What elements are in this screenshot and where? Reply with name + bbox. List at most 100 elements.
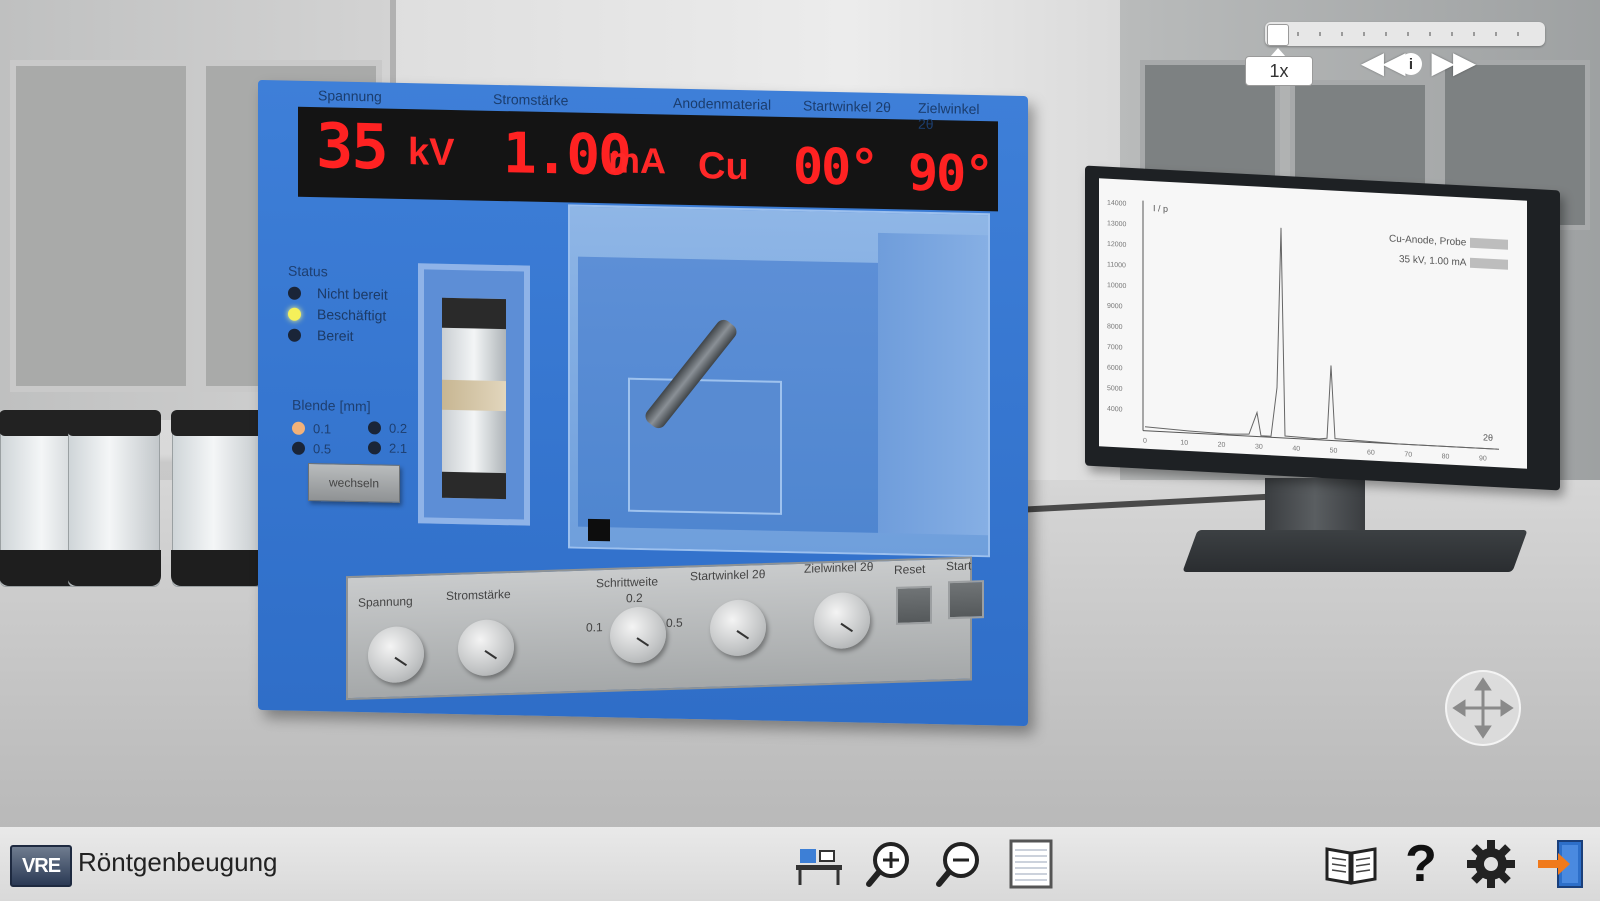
target-angle-value: 90° bbox=[908, 143, 993, 204]
x-tick-label: 50 bbox=[1330, 447, 1338, 454]
xray-diffractometer[interactable]: Spannung Stromstärke Anodenmaterial Star… bbox=[258, 79, 1028, 727]
reset-button[interactable] bbox=[896, 585, 932, 625]
y-tick-label: 7000 bbox=[1107, 344, 1123, 352]
vre-logo: VRE bbox=[10, 845, 72, 887]
x-axis-label: 2θ bbox=[1483, 432, 1493, 443]
zoom-out-icon bbox=[936, 842, 979, 887]
notepad-icon bbox=[1009, 839, 1053, 889]
sample-jars[interactable] bbox=[0, 405, 290, 605]
status-title: Status bbox=[288, 262, 328, 280]
blende-title: Blende [mm] bbox=[292, 396, 371, 415]
start-button[interactable] bbox=[948, 580, 984, 620]
xray-tube[interactable] bbox=[442, 297, 506, 500]
bottom-toolbar: VRE Röntgenbeugung ? bbox=[0, 826, 1600, 901]
slow-down-icon[interactable]: ◀◀ bbox=[1362, 46, 1405, 79]
book-icon bbox=[1325, 847, 1377, 885]
exit-button[interactable] bbox=[1532, 835, 1590, 893]
xray-tube-window bbox=[418, 263, 530, 526]
step-value-0-2: 0.2 bbox=[626, 590, 643, 606]
monitor: 14000 13000 12000 11000 10000 9000 8000 7000 600… bbox=[1085, 165, 1560, 491]
status-not-ready: Nicht bereit bbox=[288, 285, 388, 303]
radio-icon bbox=[292, 421, 305, 435]
step-value-0-5: 0.5 bbox=[666, 615, 683, 631]
experiment-setup-button[interactable] bbox=[790, 835, 848, 893]
speed-indicator: 1x bbox=[1245, 56, 1313, 86]
zoom-in-icon bbox=[866, 842, 909, 887]
status-led-icon bbox=[288, 328, 301, 342]
blende-option-0-2[interactable]: 0.2 bbox=[368, 420, 407, 436]
x-tick-label: 60 bbox=[1367, 449, 1375, 456]
radio-icon bbox=[292, 441, 305, 455]
display-label-voltage: Spannung bbox=[318, 87, 382, 105]
app-title: Röntgenbeugung bbox=[78, 847, 278, 877]
anode-material: Cu bbox=[698, 145, 749, 189]
move-arrows-icon bbox=[1452, 677, 1514, 739]
y-tick-label: 6000 bbox=[1107, 365, 1123, 373]
y-tick-label: 11000 bbox=[1107, 262, 1126, 270]
x-tick-label: 80 bbox=[1442, 453, 1450, 460]
y-tick-label: 12000 bbox=[1107, 241, 1127, 249]
diffractogram-screen: 14000 13000 12000 11000 10000 9000 8000 7000 600… bbox=[1099, 178, 1527, 469]
start-angle-value: 00° bbox=[793, 137, 878, 197]
start-angle-knob[interactable] bbox=[710, 598, 766, 657]
y-tick-label: 9000 bbox=[1107, 303, 1123, 311]
y-tick-label: 5000 bbox=[1107, 385, 1123, 393]
voltage-knob[interactable] bbox=[368, 625, 424, 684]
knob-label-target-angle: Zielwinkel 2θ bbox=[804, 559, 874, 576]
settings-button[interactable] bbox=[1462, 835, 1520, 893]
x-tick-label: 70 bbox=[1404, 451, 1412, 458]
control-panel: Spannung Stromstärke Schrittweite Startw… bbox=[346, 556, 984, 701]
status-busy: Beschäftigt bbox=[288, 306, 386, 324]
status-led-icon bbox=[288, 307, 301, 321]
help-icon: ? bbox=[1405, 835, 1437, 893]
change-aperture-button[interactable]: wechseln bbox=[308, 462, 400, 503]
3d-lab-scene[interactable]: 14000 13000 12000 11000 10000 9000 8000 7000 600… bbox=[0, 0, 1600, 826]
time-slider[interactable] bbox=[1265, 22, 1545, 46]
knob-label-voltage: Spannung bbox=[358, 594, 413, 610]
sample-chamber[interactable] bbox=[568, 204, 990, 558]
voltage-unit: kV bbox=[408, 131, 455, 175]
info-icon[interactable]: i bbox=[1400, 53, 1422, 75]
detector-marker bbox=[588, 518, 610, 542]
current-unit: mA bbox=[608, 139, 667, 182]
diffractogram-plot: 1400013000120001100010000900080007000600… bbox=[1107, 200, 1499, 463]
fast-forward-icon[interactable]: ▶▶ bbox=[1432, 46, 1475, 79]
gear-icon bbox=[1467, 840, 1515, 888]
knob-label-start-angle: Startwinkel 2θ bbox=[690, 566, 766, 584]
x-tick-label: 90 bbox=[1479, 455, 1487, 462]
knob-label-step: Schrittweite bbox=[596, 574, 659, 591]
display-label-anode: Anodenmaterial bbox=[673, 94, 772, 113]
y-tick-label: 13000 bbox=[1107, 220, 1127, 228]
blende-option-2-1[interactable]: 2.1 bbox=[368, 440, 407, 456]
zoom-in-button[interactable] bbox=[860, 835, 918, 893]
x-tick-label: 40 bbox=[1292, 445, 1300, 452]
x-tick-label: 10 bbox=[1180, 440, 1188, 447]
step-knob[interactable] bbox=[610, 606, 666, 664]
current-knob[interactable] bbox=[458, 618, 514, 677]
lab-bench-icon bbox=[796, 849, 842, 885]
y-tick-label: 10000 bbox=[1107, 282, 1127, 290]
monitor-foot bbox=[1182, 530, 1528, 572]
start-label: Start bbox=[946, 558, 972, 574]
knob-label-current: Stromstärke bbox=[446, 587, 511, 604]
blende-option-0-5[interactable]: 0.5 bbox=[292, 441, 331, 456]
notes-button[interactable] bbox=[1002, 835, 1060, 893]
y-axis-label: I / p bbox=[1153, 203, 1168, 214]
status-ready: Bereit bbox=[288, 327, 354, 344]
x-tick-label: 20 bbox=[1218, 442, 1226, 449]
time-slider-handle[interactable] bbox=[1267, 24, 1289, 46]
move-camera-control[interactable] bbox=[1445, 670, 1521, 746]
radio-icon bbox=[368, 421, 381, 435]
display-label-start-angle: Startwinkel 2θ bbox=[803, 97, 891, 116]
y-tick-label: 14000 bbox=[1107, 200, 1127, 208]
x-tick-label: 30 bbox=[1255, 443, 1263, 450]
blende-option-0-1[interactable]: 0.1 bbox=[292, 421, 331, 436]
zoom-out-button[interactable] bbox=[930, 835, 988, 893]
target-angle-knob[interactable] bbox=[814, 591, 870, 650]
help-button[interactable]: ? bbox=[1392, 835, 1450, 893]
manual-button[interactable] bbox=[1322, 835, 1380, 893]
sample-holder[interactable] bbox=[628, 377, 782, 515]
exit-door-icon bbox=[1538, 840, 1583, 888]
display-label-current: Stromstärke bbox=[493, 90, 569, 109]
y-tick-label: 4000 bbox=[1107, 406, 1123, 414]
